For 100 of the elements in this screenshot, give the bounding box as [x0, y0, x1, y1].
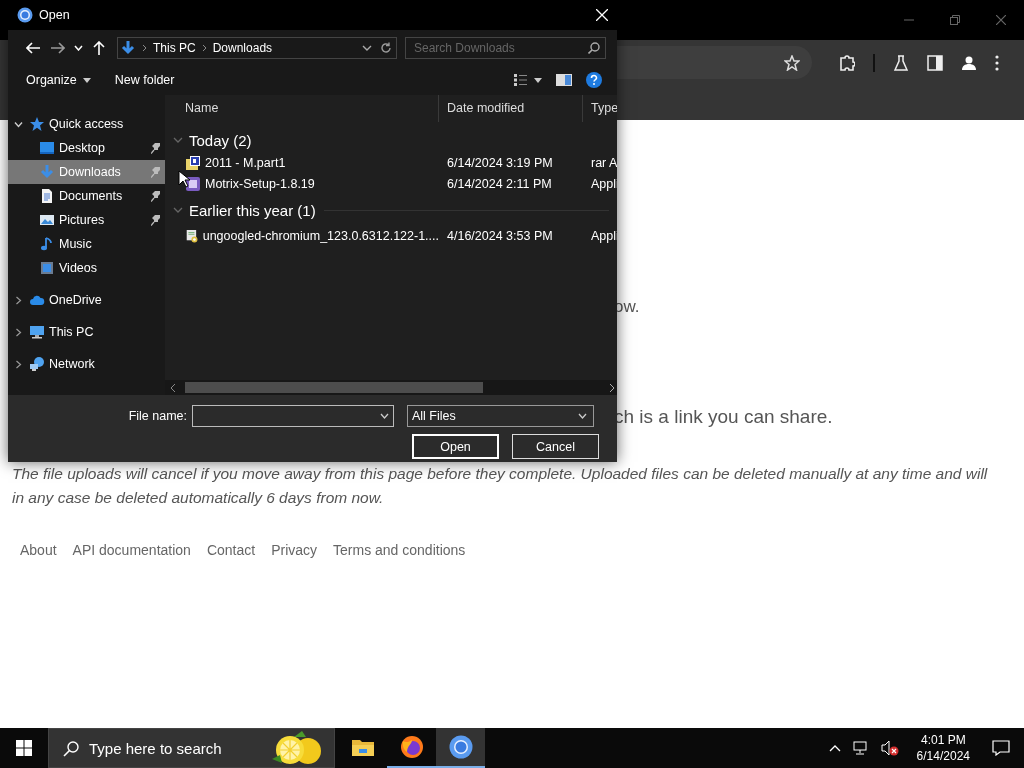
open-button[interactable]: Open [412, 434, 499, 459]
music-note-icon [39, 236, 55, 252]
footer-link[interactable]: About [20, 540, 57, 560]
star-icon[interactable] [784, 54, 800, 71]
new-folder-button[interactable]: New folder [108, 69, 181, 91]
network-icon[interactable] [852, 741, 869, 755]
column-header[interactable]: Date modified [439, 95, 583, 122]
side-panel-icon[interactable] [927, 54, 943, 71]
chevron-down-icon[interactable] [362, 44, 372, 51]
nav-item[interactable]: Documents [8, 184, 165, 208]
file-type: rar A [590, 155, 617, 170]
star-icon [29, 116, 45, 132]
file-date: 4/16/2024 3:53 PM [446, 228, 554, 243]
column-header[interactable]: Type [583, 95, 617, 122]
taskbar-button[interactable] [436, 728, 485, 768]
scrollbar-thumb[interactable] [185, 382, 483, 393]
nav-item[interactable]: Quick access [8, 112, 165, 136]
nav-item[interactable]: This PC [8, 320, 165, 344]
puzzle-icon[interactable] [839, 54, 855, 71]
search-icon [588, 41, 600, 54]
date-text: 6/14/2024 [916, 748, 970, 764]
scroll-left-icon[interactable] [171, 384, 176, 392]
pin-icon[interactable] [151, 214, 161, 226]
notification-icon[interactable] [992, 740, 1010, 756]
footer-link[interactable]: Contact [206, 540, 256, 560]
cancel-button[interactable]: Cancel [512, 434, 599, 459]
chevron-right-icon [142, 43, 147, 52]
speaker-muted-icon[interactable] [880, 740, 899, 756]
forward-arrow-icon[interactable] [50, 41, 65, 54]
nav-item[interactable]: Pictures [8, 208, 165, 232]
chevron-right-icon[interactable] [14, 359, 23, 369]
chevron-right-icon[interactable] [14, 327, 23, 337]
view-list-icon[interactable] [514, 74, 542, 86]
field-label: File name: [127, 409, 188, 423]
file-row[interactable]: 2011 - M.part1 6/14/2024 3:19 PM rar A [165, 152, 617, 173]
search-field[interactable]: Search Downloads [405, 36, 606, 59]
column-header[interactable]: Name [165, 95, 439, 122]
breadcrumb-item[interactable]: Downloads [212, 40, 273, 55]
file-name: Motrix-Setup-1.8.19 [205, 176, 315, 191]
scroll-right-icon[interactable] [609, 384, 614, 392]
chevron-up-icon[interactable] [828, 744, 841, 752]
pin-icon[interactable] [151, 142, 161, 154]
desktop-icon [39, 140, 55, 156]
breadcrumb-item[interactable]: This PC [153, 40, 196, 55]
taskbar-search-field[interactable]: Type here to search [48, 728, 335, 768]
preview-pane-icon[interactable] [556, 74, 572, 86]
window-title: Open [39, 8, 70, 22]
chevron-icon [173, 136, 183, 144]
archive-icon [185, 154, 201, 171]
refresh-icon[interactable] [380, 41, 392, 54]
chevron-down-icon[interactable] [380, 413, 389, 419]
file-name-field[interactable] [192, 405, 394, 427]
app-icon [17, 7, 33, 23]
footer-link[interactable]: API documentation [72, 540, 191, 560]
download-icon [120, 39, 136, 56]
picture-icon [39, 212, 55, 228]
flask-icon[interactable] [893, 54, 909, 71]
nav-item[interactable]: Videos [8, 256, 165, 280]
folder-icon [350, 737, 375, 757]
nav-item[interactable]: Network [8, 352, 165, 376]
search-input[interactable]: Type here to search [87, 732, 271, 764]
menu-icon[interactable] [995, 54, 999, 71]
download-icon [39, 164, 55, 180]
horizontal-scrollbar[interactable] [165, 380, 617, 395]
clock[interactable]: 4:01 PM 6/14/2024 [916, 732, 970, 764]
circle-logo-icon [448, 735, 473, 759]
profile-icon[interactable] [961, 54, 977, 71]
film-icon [39, 260, 55, 276]
file-name: ungoogled-chromium_123.0.6312.122-1.... [202, 228, 439, 243]
chevron-down-icon [578, 413, 587, 419]
footer-link[interactable]: Privacy [271, 540, 318, 560]
chevron-right-icon[interactable] [14, 295, 23, 305]
file-name: 2011 - M.part1 [205, 155, 286, 170]
back-arrow-icon[interactable] [25, 41, 40, 54]
windows-logo-icon[interactable] [16, 740, 32, 756]
organize-button[interactable]: Organize [20, 69, 97, 91]
help-icon[interactable] [586, 72, 602, 88]
restore-icon[interactable] [950, 15, 960, 25]
nav-item[interactable]: OneDrive [8, 288, 165, 312]
file-type-dropdown[interactable]: All Files [407, 405, 594, 427]
file-date: 6/14/2024 2:11 PM [446, 176, 553, 191]
chevron-down-icon[interactable] [14, 119, 23, 129]
network-icon [29, 356, 45, 372]
group-header[interactable]: Today (2) [173, 128, 252, 152]
nav-item[interactable]: Music [8, 232, 165, 256]
search-icon [63, 741, 79, 758]
chevron-right-icon [201, 43, 207, 52]
address-bar[interactable]: This PC Downloads [117, 36, 397, 59]
pin-icon[interactable] [151, 190, 161, 202]
document-icon [39, 188, 55, 204]
group-header[interactable]: Earlier this year (1) [173, 198, 316, 222]
chevron-icon [173, 206, 183, 214]
cursor-icon [178, 170, 190, 188]
fox-globe-icon [399, 735, 424, 759]
up-arrow-icon[interactable] [92, 40, 105, 55]
nav-item[interactable]: Desktop [8, 136, 165, 160]
footer-link[interactable]: Terms and conditions [333, 540, 466, 560]
nav-item[interactable]: Downloads [8, 160, 165, 184]
notice-text: The file uploads will cancel if you move away from this page before they complete. Uploaded files can be deleted manually at any time and will in any case be deleted automatically 6 days from now. [12, 464, 989, 508]
setup-icon [185, 227, 199, 244]
